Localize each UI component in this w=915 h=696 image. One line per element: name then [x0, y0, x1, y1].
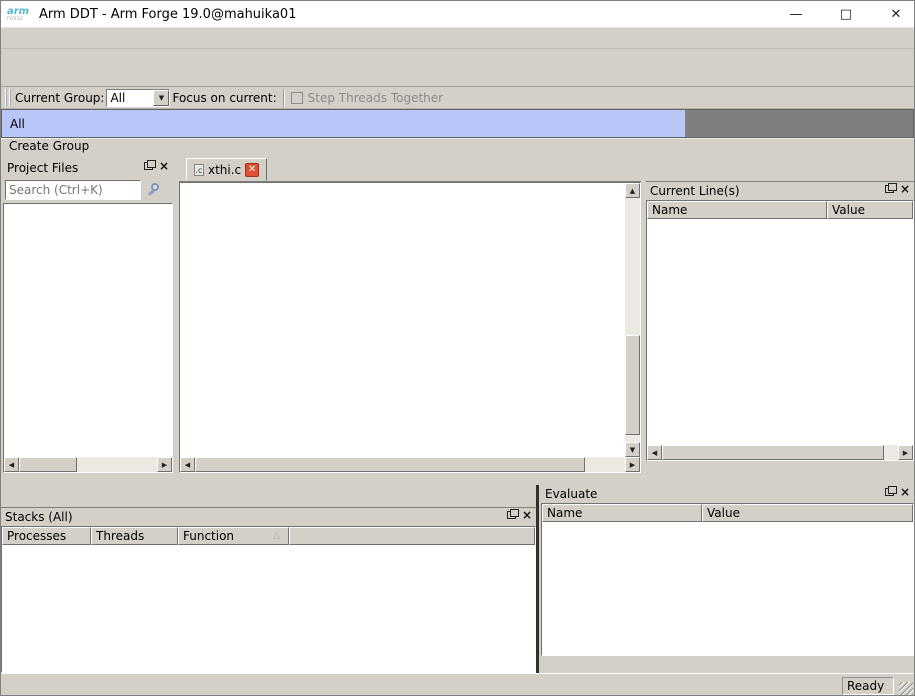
stacks-rows: [2, 545, 535, 672]
status-ready: Ready: [842, 677, 894, 695]
maximize-icon[interactable]: □: [838, 7, 854, 22]
tab-close-icon[interactable]: ✕: [245, 163, 259, 177]
project-files-tree: [4, 204, 172, 457]
scroll-right-icon[interactable]: ▶: [625, 457, 640, 472]
horizontal-scrollbar[interactable]: ◀ ▶: [647, 445, 913, 460]
title-bar: arm FORGE Arm DDT - Arm Forge 19.0@mahui…: [1, 1, 914, 28]
separator: [283, 89, 285, 107]
scroll-left-icon[interactable]: ◀: [180, 457, 195, 472]
menu-bar: [1, 28, 914, 49]
column-header-name[interactable]: Name: [647, 201, 827, 219]
close-icon[interactable]: ✕: [888, 7, 904, 22]
float-icon[interactable]: [507, 511, 516, 519]
project-files-title: Project Files ×: [3, 159, 173, 177]
scroll-right-icon[interactable]: ▶: [157, 457, 172, 472]
tab-xthi-c[interactable]: .c xthi.c ✕: [186, 158, 267, 181]
chevron-down-icon[interactable]: ▼: [153, 90, 169, 106]
current-group-select[interactable]: All ▼: [106, 89, 170, 107]
group-name: All: [10, 117, 25, 131]
variables-rows: [647, 219, 913, 445]
float-icon[interactable]: [885, 185, 894, 193]
close-icon[interactable]: ×: [900, 487, 910, 497]
app-window: arm FORGE Arm DDT - Arm Forge 19.0@mahui…: [0, 0, 915, 696]
close-icon[interactable]: ×: [522, 510, 532, 520]
window-resize-grip[interactable]: [899, 682, 913, 696]
search-icon[interactable]: [147, 182, 163, 198]
column-header-processes[interactable]: Processes: [2, 527, 91, 545]
evaluate-panel: Evaluate × Name Value: [541, 485, 914, 656]
toolbar: [1, 49, 914, 87]
code-editor-panel: .c xthi.c ✕ ▲ ▼ ◀ ▶: [179, 157, 641, 473]
vertical-scrollbar[interactable]: ▲ ▼: [625, 183, 640, 457]
editor-tab-bar: .c xthi.c ✕: [179, 157, 641, 182]
c-file-icon: .c: [194, 164, 204, 176]
column-header-value[interactable]: Value: [702, 504, 913, 522]
bottom-tab-bar: [1, 485, 536, 508]
stacks-panel: Stacks (All) × Processes Threads Functio…: [1, 508, 536, 673]
column-header-threads[interactable]: Threads: [91, 527, 178, 545]
step-threads-together-checkbox[interactable]: Step Threads Together: [291, 91, 443, 105]
column-header-value[interactable]: Value: [827, 201, 913, 219]
float-icon[interactable]: [885, 488, 894, 496]
current-group-value: All: [107, 91, 153, 105]
toolbar-handle[interactable]: [5, 89, 11, 107]
horizontal-scrollbar[interactable]: ◀ ▶: [4, 457, 172, 472]
panel-divider[interactable]: [536, 485, 539, 673]
scroll-up-icon[interactable]: ▲: [625, 183, 640, 198]
arm-forge-logo-icon: arm FORGE: [7, 7, 33, 21]
close-icon[interactable]: ×: [159, 161, 169, 171]
evaluate-title: Evaluate ×: [541, 485, 914, 503]
scroll-left-icon[interactable]: ◀: [4, 457, 19, 472]
create-group-button[interactable]: Create Group: [1, 138, 914, 153]
float-icon[interactable]: [144, 162, 153, 170]
column-header-name[interactable]: Name: [542, 504, 702, 522]
scroll-down-icon[interactable]: ▼: [625, 442, 640, 457]
scroll-right-icon[interactable]: ▶: [898, 445, 913, 460]
status-bar: Ready: [1, 673, 914, 696]
variables-panel: Current Line(s) × Name Value ◀ ▶: [646, 159, 914, 461]
column-header-function[interactable]: Function△: [178, 527, 289, 545]
process-group-row[interactable]: All: [2, 110, 685, 137]
checkbox-icon[interactable]: [291, 92, 303, 104]
process-groups-area: All: [1, 109, 914, 138]
search-input[interactable]: [5, 180, 141, 200]
project-files-panel: Project Files × ◀ ▶: [3, 159, 173, 473]
close-icon[interactable]: ×: [900, 184, 910, 194]
scroll-left-icon[interactable]: ◀: [647, 445, 662, 460]
current-lines-title: Current Line(s) ×: [646, 182, 914, 200]
sort-ascending-icon: △: [273, 531, 280, 541]
focus-on-current-label: Focus on current:: [172, 91, 276, 105]
horizontal-scrollbar[interactable]: ◀ ▶: [180, 457, 640, 472]
current-group-label: Current Group:: [15, 91, 104, 105]
stacks-title: Stacks (All) ×: [1, 508, 536, 526]
evaluate-rows[interactable]: [542, 522, 913, 655]
focus-toolbar: Current Group: All ▼ Focus on current: S…: [1, 87, 914, 109]
variables-tab-bar: [646, 159, 914, 182]
code-lines[interactable]: [180, 183, 625, 457]
minimize-icon[interactable]: —: [788, 7, 804, 22]
window-title: Arm DDT - Arm Forge 19.0@mahuika01: [39, 7, 296, 22]
